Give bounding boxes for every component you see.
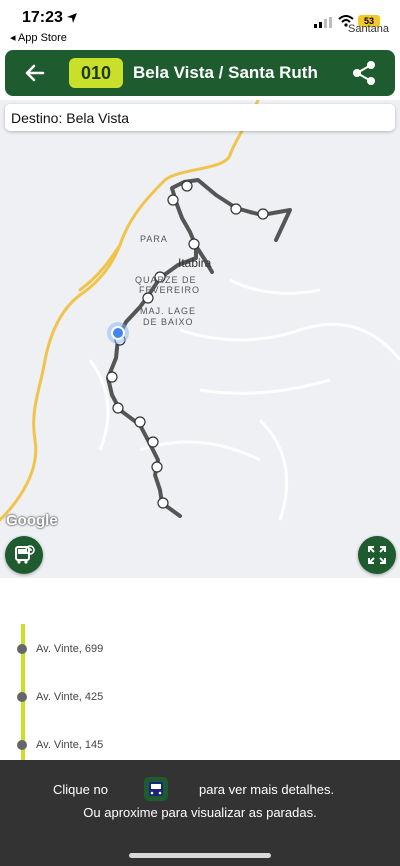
bus-button[interactable] [5, 536, 43, 574]
fullscreen-button[interactable] [358, 536, 396, 574]
map-label-quarze-line2: FEVEREIRO [139, 285, 201, 295]
stops-list [0, 578, 400, 760]
status-bar: 17:23 ◂ App Store 53 Santana [0, 0, 400, 46]
home-indicator[interactable] [129, 853, 271, 858]
stop-item[interactable]: Av. Vinte, 145 [36, 739, 103, 751]
map-label-para: PARA [140, 234, 168, 244]
map-label-lage-line2: DE BAIXO [143, 317, 194, 327]
bus-chip-icon [144, 777, 168, 801]
fullscreen-icon [368, 546, 386, 564]
cellular-signal-icon [314, 17, 332, 28]
map-label-itabira: Itabira [178, 256, 212, 270]
google-logo: Google [6, 512, 58, 529]
route-name: Bela Vista / Santa Ruth [133, 63, 318, 82]
stop-item[interactable]: Av. Vinte, 425 [36, 691, 103, 703]
current-location-dot [111, 326, 125, 340]
status-time: 17:23 [22, 9, 63, 26]
info-text-end: para ver mais detalhes. [199, 782, 335, 797]
app-bar: 010 Bela Vista / Santa Ruth [5, 50, 395, 96]
stop-dot [17, 644, 27, 654]
back-to-app-store-link[interactable]: ◂ App Store [10, 31, 67, 44]
map-canvas[interactable] [0, 100, 400, 578]
bus-icon [15, 545, 35, 564]
destination-box: Destino: Bela Vista [5, 104, 395, 131]
map-label-quarze-line1: QUARZE DE [135, 275, 197, 285]
share-icon[interactable] [351, 60, 377, 86]
route-number-badge: 010 [69, 58, 123, 88]
stop-dot [17, 740, 27, 750]
info-bottom-sheet: Clique no para ver mais detalhes. Ou apr… [0, 760, 400, 866]
map-label-lage-line1: MAJ. LAGE [140, 306, 197, 316]
destination-label: Destino: Bela Vista [11, 110, 130, 126]
stop-dot [17, 692, 27, 702]
location-arrow-icon [67, 13, 77, 23]
stop-item[interactable]: Av. Vinte, 699 [36, 643, 103, 655]
route-map[interactable] [0, 100, 400, 578]
carrier-label: Santana [348, 23, 389, 35]
info-text-start: Clique no [53, 782, 108, 797]
arrow-left-icon[interactable] [23, 61, 47, 85]
info-text-zoom-hint: Ou aproxime para visualizar as paradas. [83, 805, 317, 820]
bus-route-line [106, 178, 292, 518]
